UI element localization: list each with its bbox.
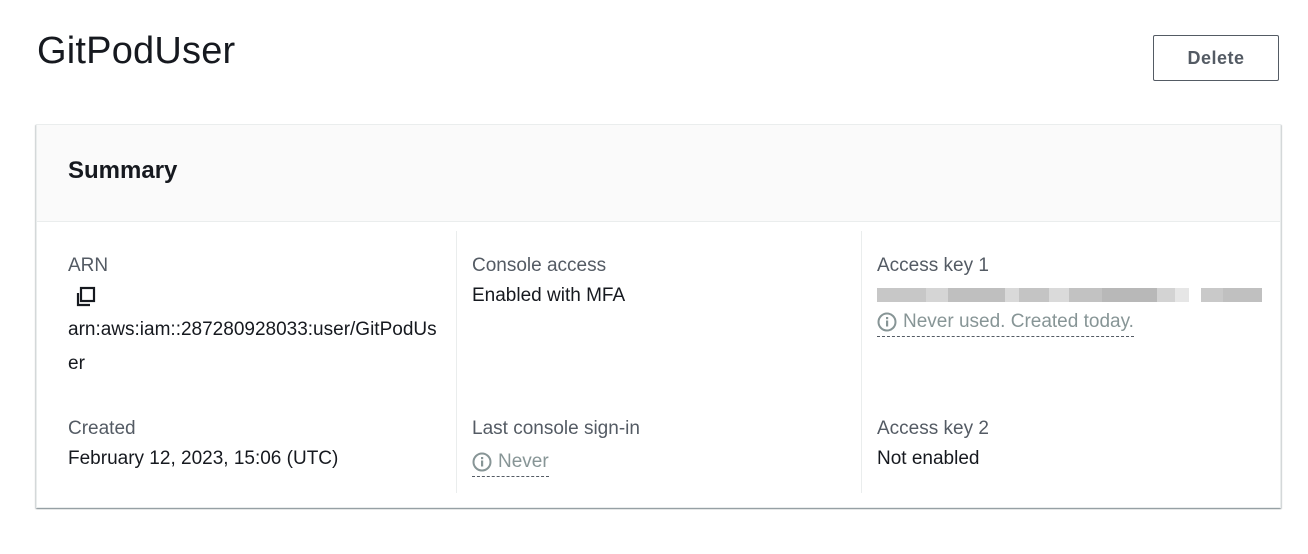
last-signin-value: Never xyxy=(498,451,549,472)
created-label: Created xyxy=(68,418,136,439)
summary-columns: ARN arn:aws:iam::287280928033:user/GitPo… xyxy=(37,231,1280,493)
summary-column-1: ARN arn:aws:iam::287280928033:user/GitPo… xyxy=(37,231,441,493)
summary-column-2: Console access Enabled with MFA Last con… xyxy=(456,231,861,493)
created-field: Created February 12, 2023, 15:06 (UTC) xyxy=(68,416,421,476)
summary-column-3: Access key 1 Never used. Created today. … xyxy=(861,231,1282,493)
access-key-1-status: Never used. Created today. xyxy=(903,311,1134,332)
access-key-1-field: Access key 1 Never used. Created today. xyxy=(877,253,1262,337)
console-access-value: Enabled with MFA xyxy=(472,285,626,306)
summary-title: Summary xyxy=(68,157,178,184)
info-icon xyxy=(877,312,897,332)
access-key-2-label: Access key 2 xyxy=(877,418,989,439)
arn-value: arn:aws:iam::287280928033:user/GitPodUse… xyxy=(68,319,437,374)
summary-header: Summary xyxy=(37,125,1280,222)
summary-card: Summary ARN arn:aws:iam::287280928033:us… xyxy=(36,124,1281,508)
arn-label: ARN xyxy=(68,255,109,276)
created-value: February 12, 2023, 15:06 (UTC) xyxy=(68,448,339,469)
last-signin-label: Last console sign-in xyxy=(472,418,640,439)
access-key-2-field: Access key 2 Not enabled xyxy=(877,416,1262,476)
delete-button[interactable]: Delete xyxy=(1153,35,1279,81)
last-signin-popover[interactable]: Never xyxy=(472,450,549,477)
access-key-1-popover[interactable]: Never used. Created today. xyxy=(877,310,1134,337)
arn-field: ARN arn:aws:iam::287280928033:user/GitPo… xyxy=(68,253,437,381)
access-key-2-value: Not enabled xyxy=(877,448,980,469)
console-access-label: Console access xyxy=(472,255,607,276)
info-icon xyxy=(472,452,492,472)
page-title: GitPodUser xyxy=(37,30,236,72)
copy-icon[interactable] xyxy=(74,285,98,309)
console-access-field: Console access Enabled with MFA xyxy=(472,253,841,313)
last-signin-field: Last console sign-in Never xyxy=(472,416,841,477)
masked-access-key xyxy=(877,288,1262,302)
access-key-1-label: Access key 1 xyxy=(877,255,989,276)
